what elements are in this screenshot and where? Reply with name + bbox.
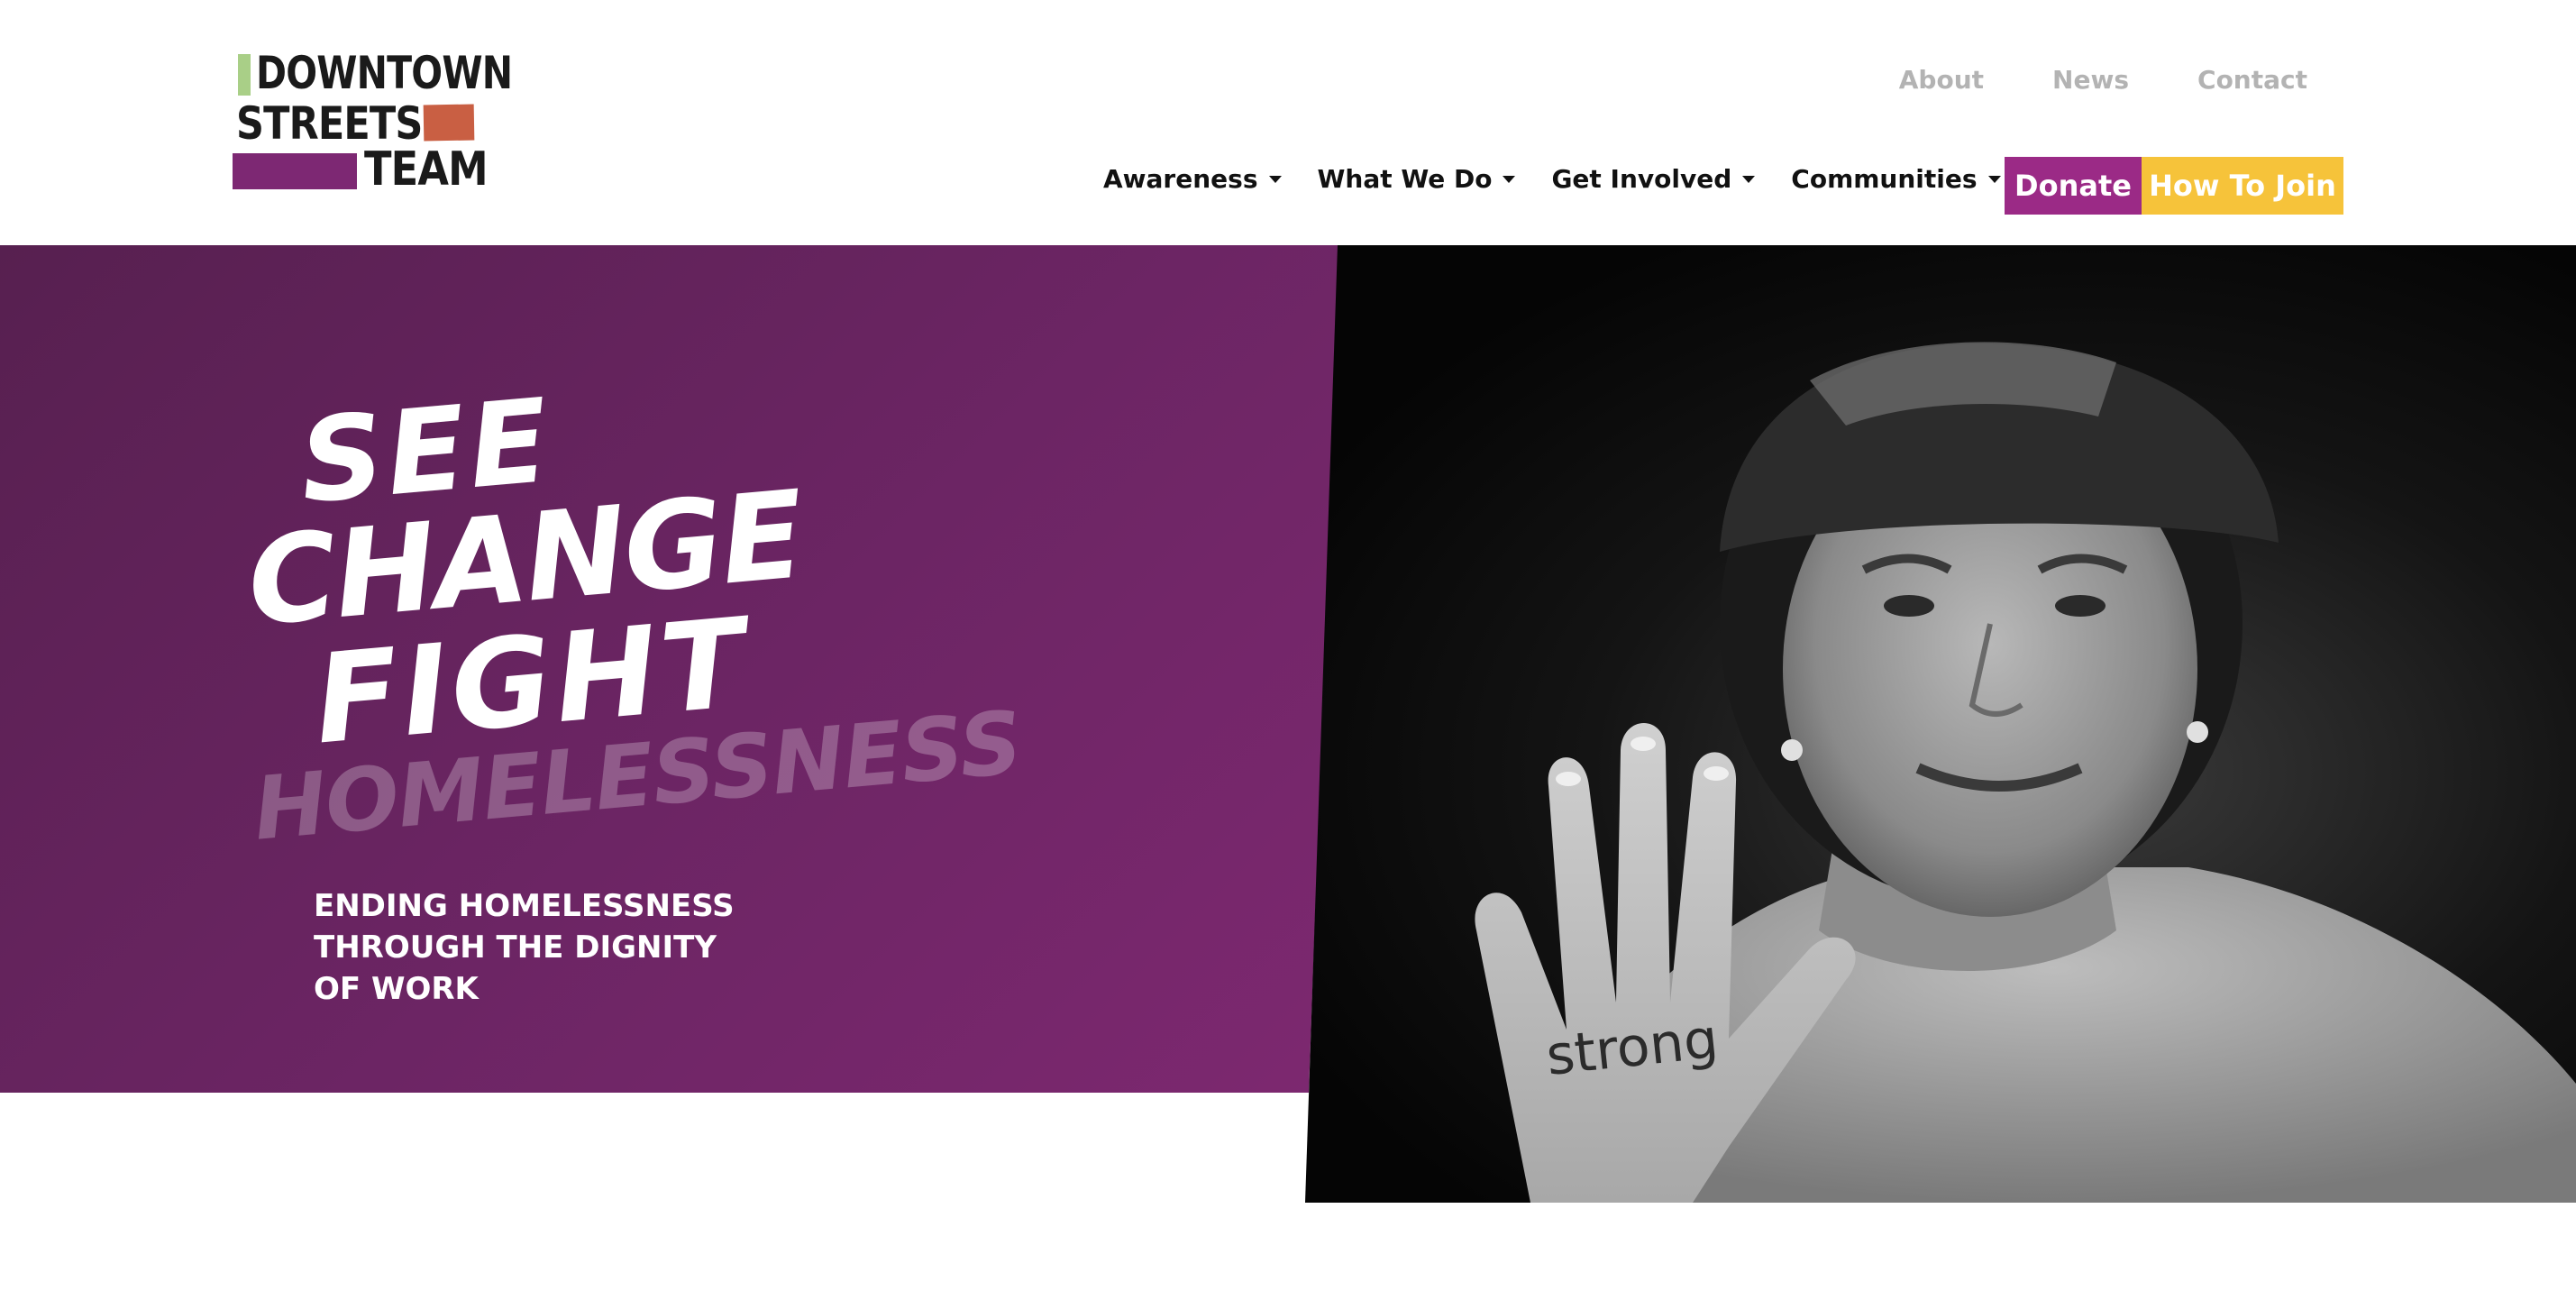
utility-nav: About News Contact <box>1899 65 2307 95</box>
logo-green-bar <box>238 54 251 96</box>
donate-button[interactable]: Donate <box>2005 157 2142 215</box>
logo-purple-block <box>233 153 357 189</box>
main-nav: Awareness What We Do Get Involved Commun… <box>1103 164 2001 194</box>
tagline-line: THROUGH THE DIGNITY <box>314 929 717 966</box>
nav-menu-label: Get Involved <box>1551 164 1732 194</box>
nav-menu-label: Awareness <box>1103 164 1258 194</box>
hero-photo: strong <box>1305 245 2576 1203</box>
hero-tagline: ENDING HOMELESSNESS THROUGH THE DIGNITY … <box>314 885 782 1010</box>
caret-down-icon <box>1987 175 2001 183</box>
caret-down-icon <box>1503 175 1516 183</box>
logo-orange-block <box>423 104 475 142</box>
downtown-streets-team-logo[interactable]: DOWNTOWN STREETS TEAM <box>233 50 513 195</box>
nav-link-news[interactable]: News <box>2052 65 2129 95</box>
site-header: DOWNTOWN STREETS TEAM About News Contact… <box>0 0 2576 245</box>
nav-menu-get-involved[interactable]: Get Involved <box>1551 164 1756 194</box>
nav-menu-communities[interactable]: Communities <box>1791 164 2001 194</box>
nav-link-contact[interactable]: Contact <box>2197 65 2307 95</box>
cta-buttons: Donate How To Join <box>2005 157 2343 215</box>
tagline-line: ENDING HOMELESSNESS <box>314 888 735 924</box>
nav-menu-awareness[interactable]: Awareness <box>1103 164 1282 194</box>
caret-down-icon <box>1742 175 1756 183</box>
nav-menu-label: Communities <box>1791 164 1978 194</box>
nav-menu-what-we-do[interactable]: What We Do <box>1318 164 1516 194</box>
nav-link-about[interactable]: About <box>1899 65 1984 95</box>
caret-down-icon <box>1268 175 1282 183</box>
logo-word-streets: STREETS <box>236 97 423 150</box>
logo-word-downtown: DOWNTOWN <box>256 47 513 99</box>
how-to-join-button[interactable]: How To Join <box>2142 157 2343 215</box>
logo-word-team: TEAM <box>364 142 489 197</box>
nav-menu-label: What We Do <box>1317 164 1493 194</box>
woman-raising-hand-photo: strong <box>1475 342 2576 1203</box>
tagline-line: OF WORK <box>314 971 479 1007</box>
